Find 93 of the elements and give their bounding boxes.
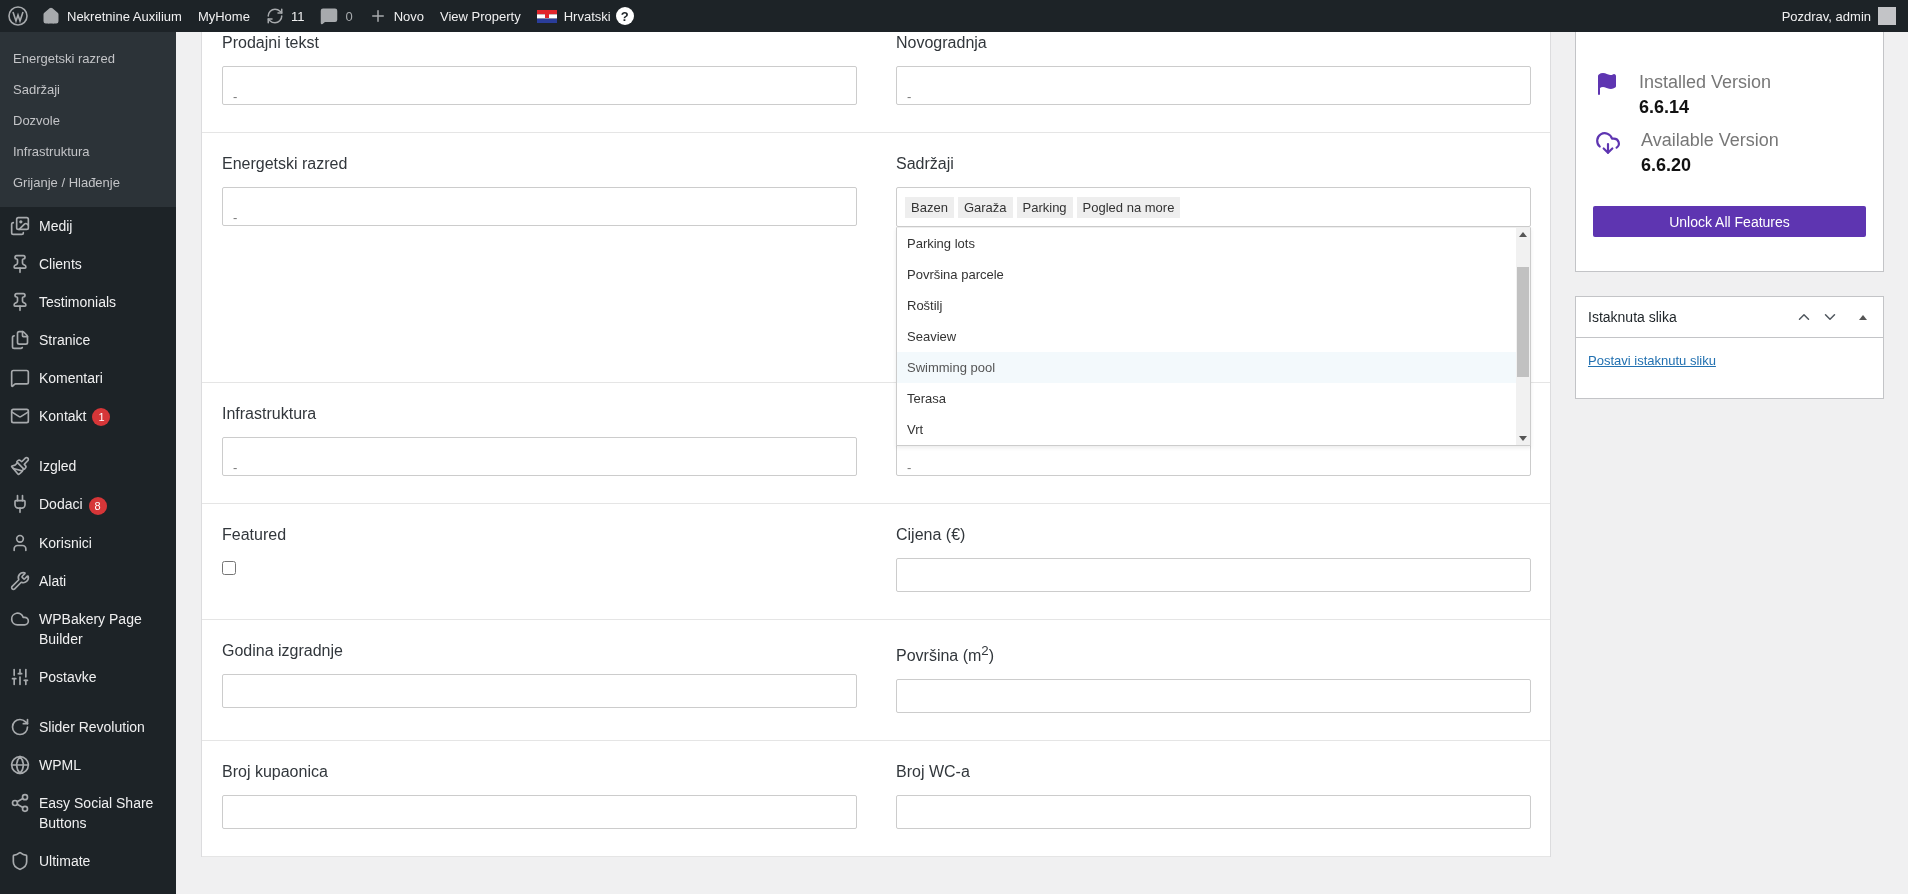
menu-item[interactable]: Kontakt 1 (0, 397, 176, 436)
dropdown-option[interactable]: Swimming pool (897, 352, 1516, 383)
admin-bar-item[interactable]: View Property (432, 0, 529, 32)
pin-icon (10, 254, 30, 274)
select-field[interactable]: - (896, 66, 1531, 105)
admin-bar-item[interactable]: Nekretnine Auxilium (34, 0, 190, 32)
menu-item[interactable]: Clients (0, 245, 176, 283)
set-image-link[interactable]: Postavi istaknutu sliku (1576, 338, 1883, 398)
media-icon (10, 216, 30, 236)
version-label: Installed Version (1639, 72, 1772, 93)
admin-bar-item[interactable]: 11 (257, 0, 313, 32)
menu-item[interactable]: Medij (0, 207, 176, 245)
scroll-down-icon[interactable] (1519, 436, 1527, 441)
menu-item[interactable]: Testimonials (0, 283, 176, 321)
refresh-icon (265, 7, 284, 25)
scrollbar[interactable] (1516, 228, 1530, 445)
input-field[interactable] (896, 795, 1531, 830)
tag: Bazen (905, 196, 954, 218)
pages-icon (10, 330, 30, 350)
tag: Parking (1016, 196, 1073, 218)
field-label: Cijena (€) (896, 525, 967, 545)
menu-item[interactable]: Korisnici (0, 523, 176, 562)
pin-icon (10, 292, 30, 312)
input-field[interactable] (896, 679, 1531, 714)
version-number: 6.6.20 (1641, 155, 1693, 176)
multiselect-field[interactable]: Bazen Garaža Parking Pogled na more (896, 187, 1531, 227)
globe-icon (10, 754, 30, 775)
field-label: Broj kupaonica (222, 762, 329, 783)
input-field[interactable] (222, 674, 857, 708)
select-field[interactable]: - (222, 437, 857, 476)
scrollbar-thumb[interactable] (1517, 266, 1529, 377)
field-label: Novogradnja (896, 33, 988, 53)
comment-icon (10, 368, 30, 388)
input-field[interactable] (896, 558, 1531, 592)
field-label: Površina (m$^{2}$) (896, 642, 996, 667)
field-label: Featured (222, 525, 288, 545)
menu-item[interactable]: WPML (0, 745, 176, 784)
version-label: Available Version (1641, 130, 1779, 151)
menu-item[interactable]: Ultimate (0, 841, 176, 880)
menu-item[interactable]: Postavke (0, 657, 176, 696)
wordpress-logo-icon[interactable] (8, 6, 28, 26)
select-field[interactable]: - (222, 66, 857, 105)
field-label: Broj WC-a (896, 762, 971, 783)
admin-bar-item[interactable]: MyHome (189, 0, 258, 32)
unlock-button[interactable]: Unlock All Features (1593, 206, 1866, 237)
flag-icon (536, 9, 557, 23)
brush-icon (10, 456, 30, 477)
submenu-item[interactable]: Sadržaji (0, 74, 176, 105)
count-badge: 1 (92, 408, 111, 427)
shield-icon (10, 850, 30, 871)
cloud-download-icon (1595, 130, 1621, 156)
menu-item[interactable]: Komentari (0, 359, 176, 397)
field-label: Sadržaji (896, 154, 955, 174)
submenu-item[interactable]: Dozvole (0, 105, 176, 136)
menu-item[interactable]: Stranice (0, 321, 176, 359)
menu-item[interactable]: Dodaci 8 (0, 485, 176, 524)
menu-item[interactable]: Easy Social Share Buttons (0, 783, 176, 842)
mail-icon (10, 406, 30, 426)
field-label: Godina izgradnje (222, 641, 344, 661)
field-label: Infrastruktura (222, 404, 318, 424)
share-icon (10, 792, 30, 813)
admin-bar-item[interactable]: Novo (360, 0, 432, 32)
wrench-icon (10, 570, 30, 591)
refresh-icon (10, 716, 30, 737)
tag: Pogled na more (1076, 196, 1181, 218)
input-field[interactable] (222, 795, 857, 830)
menu-item[interactable]: Slider Revolution (0, 707, 176, 746)
menu-item[interactable]: Alati (0, 561, 176, 600)
select-field[interactable]: - (222, 187, 857, 226)
menu-item[interactable]: Izgled (0, 447, 176, 486)
home-icon (42, 7, 60, 25)
submenu-item[interactable]: Energetski razred (0, 43, 176, 74)
submenu-item[interactable]: Infrastruktura (0, 136, 176, 167)
account-menu[interactable]: Pozdrav, admin (1777, 7, 1900, 25)
version-number: 6.6.14 (1639, 97, 1691, 118)
checkbox[interactable] (222, 561, 236, 575)
field-label: Energetski razred (222, 154, 349, 174)
submenu-item[interactable]: Grijanje / Hlađenje (0, 167, 176, 198)
dropdown-option[interactable]: Parking lots (897, 228, 1516, 259)
sliders-icon (10, 666, 30, 687)
card-title: Istaknuta slika (1588, 309, 1677, 325)
menu-item[interactable]: WPBakery Page Builder (0, 599, 176, 658)
admin-bar-item[interactable]: 0 (312, 0, 361, 32)
avatar (1878, 7, 1896, 25)
flag-icon (1595, 72, 1619, 96)
count-badge: 8 (88, 496, 107, 515)
tag: Garaža (957, 196, 1013, 218)
dropdown-option[interactable]: Vrt (897, 414, 1516, 445)
user-icon (10, 532, 30, 553)
field-label: Prodajni tekst (222, 33, 320, 53)
help-icon[interactable]: ? (615, 7, 634, 25)
comment-icon (320, 7, 339, 25)
scroll-up-icon[interactable] (1519, 232, 1527, 237)
